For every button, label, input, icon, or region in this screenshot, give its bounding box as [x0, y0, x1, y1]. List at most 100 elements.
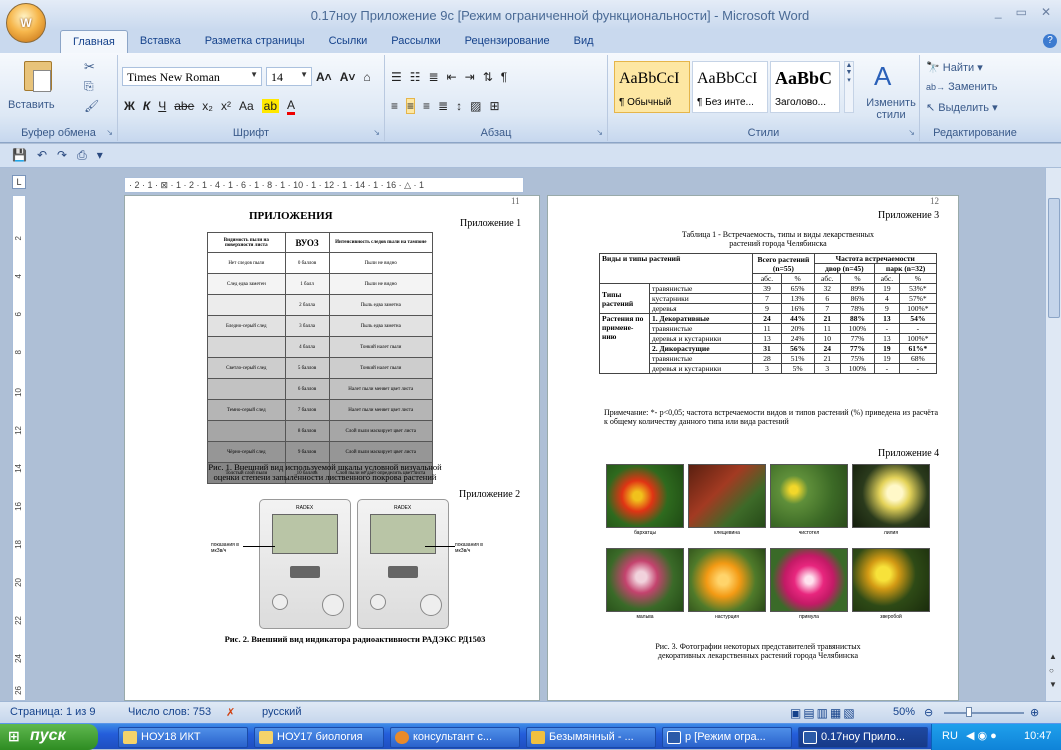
paragraph-dialog-icon[interactable]: ↘	[596, 128, 603, 137]
bold-icon[interactable]: Ж	[124, 99, 135, 113]
taskbar-item[interactable]: консультант с...	[390, 727, 520, 748]
language-indicator[interactable]: RU	[942, 730, 958, 742]
start-button[interactable]: ⊞ пуск	[0, 724, 98, 750]
align-center-icon[interactable]: ≡	[406, 98, 416, 114]
font-name-combo[interactable]: Times New Roman ▼	[122, 67, 262, 86]
taskbar-item[interactable]: Безымянный - ...	[526, 727, 656, 748]
paste-icon[interactable]	[24, 61, 52, 92]
shading-icon[interactable]: ▨	[470, 99, 481, 113]
select-button[interactable]: ↖ Выделить ▾	[926, 101, 998, 114]
customize-qat-icon[interactable]: ▾	[97, 148, 103, 163]
subscript-icon[interactable]: x₂	[202, 99, 213, 113]
zoom-slider[interactable]	[944, 712, 1024, 714]
redo-icon[interactable]: ↷	[57, 148, 67, 163]
table-row: Типы растений травянистые 39 65% 32 89% 19 53%*	[599, 283, 938, 314]
show-marks-icon[interactable]: ¶	[501, 70, 507, 84]
numbering-icon[interactable]: ☷	[410, 70, 421, 84]
underline-icon[interactable]: Ч	[158, 99, 166, 113]
appendix-1-label: Приложение 1	[460, 218, 522, 229]
office-button[interactable]: W	[6, 3, 46, 43]
align-right-icon[interactable]: ≡	[423, 99, 430, 113]
font-dialog-icon[interactable]: ↘	[373, 128, 380, 137]
minimize-button[interactable]: _	[995, 5, 1002, 19]
tab-insert[interactable]: Вставка	[128, 30, 193, 53]
grow-shrink-font[interactable]: A˄ A˅ ⌂	[316, 68, 371, 86]
scroll-thumb[interactable]	[1048, 198, 1060, 318]
styles-dialog-icon[interactable]: ↘	[908, 128, 915, 137]
align-buttons[interactable]: ≡ ≡ ≡ ≣ ↕ ▨ ⊞	[391, 97, 500, 115]
spellcheck-icon[interactable]: ✗	[226, 706, 235, 719]
find-button[interactable]: 🔭 Найти ▾	[926, 61, 983, 74]
vertical-scrollbar[interactable]: ▲ ○ ▼	[1045, 168, 1061, 701]
style-no-spacing[interactable]: AaBbCcI ¶ Без инте...	[692, 61, 768, 113]
styles-scroll[interactable]: ▲ ▼ ▾	[844, 61, 854, 113]
line-spacing-icon[interactable]: ↕	[456, 99, 462, 113]
tab-selector-button[interactable]: L	[12, 175, 26, 189]
document-page-12[interactable]: 12 Приложение 3 Таблица 1 - Встречаемост…	[547, 195, 959, 701]
document-page-11[interactable]: 11 ПРИЛОЖЕНИЯ Приложение 1 Видимость пыл…	[124, 195, 540, 701]
style-normal[interactable]: AaBbCcI ¶ Обычный	[614, 61, 690, 113]
prev-page-icon[interactable]: ▲	[1049, 652, 1057, 661]
bullets-icon[interactable]: ☰	[391, 70, 402, 84]
highlight-icon[interactable]: ab	[261, 99, 279, 113]
word-count[interactable]: Число слов: 753	[128, 706, 211, 718]
next-page-icon[interactable]: ▼	[1049, 680, 1057, 689]
zoom-level[interactable]: 50%	[893, 706, 915, 718]
tab-page-layout[interactable]: Разметка страницы	[193, 30, 317, 53]
taskbar-item[interactable]: НОУ17 биология	[254, 727, 384, 748]
figure-2-caption: Рис. 2. Внешний вид индикатора радиоакти…	[224, 634, 486, 644]
change-case-icon[interactable]: Aa	[239, 99, 254, 113]
view-buttons[interactable]: ▣▤▥▦▧	[790, 706, 857, 720]
strikethrough-icon[interactable]: abe	[174, 99, 194, 113]
zoom-out-icon[interactable]: ⊖	[924, 706, 933, 719]
table-row: деревья 9 16% 7 78% 9 100%*	[600, 303, 938, 314]
italic-icon[interactable]: К	[143, 99, 150, 113]
list-buttons[interactable]: ☰ ☷ ≣ ⇤ ⇥ ⇅ ¶	[391, 68, 507, 86]
replace-button[interactable]: ab→ Заменить	[926, 81, 998, 93]
change-styles-button[interactable]: Изменить стили	[862, 97, 920, 121]
save-icon[interactable]: 💾	[12, 148, 27, 163]
figure-1-caption: Рис. 1. Внешний вид используемой шкалы у…	[208, 462, 442, 482]
font-format-buttons[interactable]: Ж К Ч abe x₂ x² Aa ab A	[124, 97, 296, 115]
paste-button[interactable]: Вставить	[8, 99, 55, 111]
close-button[interactable]: ✕	[1041, 5, 1051, 19]
tab-mailings[interactable]: Рассылки	[379, 30, 452, 53]
tab-view[interactable]: Вид	[562, 30, 606, 53]
multilevel-list-icon[interactable]: ≣	[429, 70, 439, 84]
print-preview-icon[interactable]: ⎙	[77, 148, 87, 163]
language[interactable]: русский	[262, 706, 301, 718]
decrease-indent-icon[interactable]: ⇤	[447, 70, 457, 84]
change-styles-icon[interactable]: A	[874, 61, 891, 92]
taskbar-item[interactable]: НОУ18 ИКТ	[118, 727, 248, 748]
maximize-button[interactable]: ▭	[1016, 5, 1027, 19]
zoom-in-icon[interactable]: ⊕	[1030, 706, 1039, 719]
horizontal-ruler[interactable]: · 2 · 1 · ⊠ · 1 · 2 · 1 · 4 · 1 · 6 · 1 …	[124, 177, 524, 193]
style-heading[interactable]: AaBbC Заголово...	[770, 61, 840, 113]
cut-icon[interactable]: ✂	[84, 59, 95, 75]
help-icon[interactable]: ?	[1043, 34, 1057, 48]
system-tray: RU ◀ ◉ ● 10:47	[931, 724, 1061, 750]
table-row: кустарники 7 13% 6 86% 4 57%*	[600, 293, 938, 304]
borders-icon[interactable]: ⊞	[489, 99, 499, 113]
undo-icon[interactable]: ↶	[37, 148, 47, 163]
tab-home[interactable]: Главная	[60, 30, 128, 53]
taskbar-item[interactable]: р [Режим огра...	[662, 727, 792, 748]
copy-icon[interactable]: ⎘	[84, 79, 94, 94]
increase-indent-icon[interactable]: ⇥	[465, 70, 475, 84]
browse-object-icon[interactable]: ○	[1049, 666, 1054, 675]
tray-icons[interactable]: ◀ ◉ ●	[966, 729, 997, 742]
tab-references[interactable]: Ссылки	[317, 30, 380, 53]
justify-icon[interactable]: ≣	[438, 99, 448, 113]
taskbar-item-active[interactable]: 0.17ноу Прило...	[798, 727, 928, 748]
zoom-thumb[interactable]	[966, 707, 972, 717]
format-painter-icon[interactable]: 🖌	[84, 99, 99, 113]
dialog-launcher-icon[interactable]: ↘	[106, 128, 113, 137]
font-color-icon[interactable]: A	[287, 98, 296, 115]
align-left-icon[interactable]: ≡	[391, 99, 398, 113]
page-count[interactable]: Страница: 1 из 9	[10, 706, 96, 718]
tab-review[interactable]: Рецензирование	[453, 30, 562, 53]
photo-label: лилия	[883, 530, 899, 536]
sort-icon[interactable]: ⇅	[483, 70, 493, 84]
superscript-icon[interactable]: x²	[221, 99, 231, 113]
font-size-combo[interactable]: 14 ▼	[266, 67, 312, 86]
